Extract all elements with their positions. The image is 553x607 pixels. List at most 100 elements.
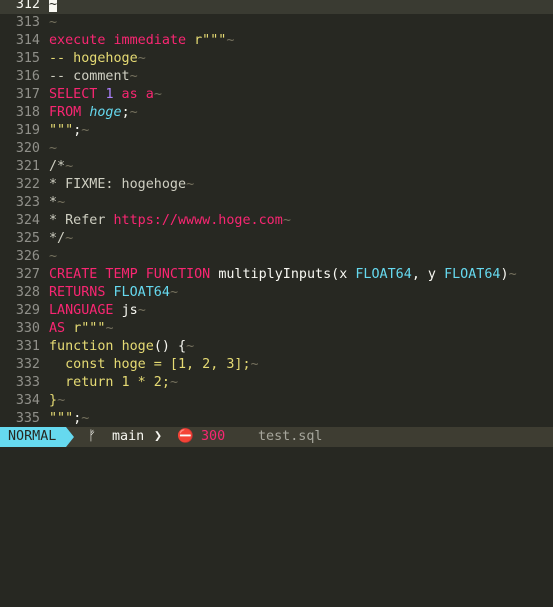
eol-marker: ~	[226, 33, 235, 48]
eol-marker: ~	[137, 51, 146, 66]
code-line[interactable]: 322 * FIXME: hogehoge~	[0, 176, 553, 194]
code-token: /*	[49, 159, 66, 174]
code-token: LANGUAGE	[49, 303, 122, 318]
eol-marker: ~	[169, 285, 178, 300]
line-text: ~	[49, 0, 58, 14]
code-line[interactable]: 326 ~	[0, 248, 553, 266]
code-line[interactable]: 320 ~	[0, 140, 553, 158]
line-text: LANGUAGE js~	[49, 302, 146, 320]
line-number: 324	[15, 213, 40, 228]
code-line[interactable]: 316 -- comment~	[0, 68, 553, 86]
code-token: *	[49, 195, 58, 210]
line-number: 327	[15, 267, 40, 282]
line-number: 323	[15, 195, 40, 210]
code-line[interactable]: 314 execute immediate r"""~	[0, 32, 553, 50]
eol-marker: ~	[49, 249, 58, 264]
code-line[interactable]: 334 }~	[0, 392, 553, 410]
chevron-right-icon: ❯	[154, 429, 163, 444]
code-token: -- hogehoge	[49, 51, 138, 66]
line-number: 312	[15, 0, 40, 12]
code-token: () {	[153, 339, 187, 354]
code-line[interactable]: 324 * Refer https://wwww.hoge.com~	[0, 212, 553, 230]
eol-marker: ~	[186, 177, 195, 192]
eol-marker: ~	[65, 231, 74, 246]
code-token: hoge	[121, 339, 154, 354]
code-line[interactable]: 321 /*~	[0, 158, 553, 176]
mode-indicator: NORMAL	[0, 427, 66, 447]
code-token: hoge	[89, 105, 122, 120]
line-text: """;~	[49, 410, 89, 427]
line-text: SELECT 1 as a~	[49, 86, 162, 104]
code-line[interactable]: 333 return 1 * 2;~	[0, 374, 553, 392]
line-text: * Refer https://wwww.hoge.com~	[49, 212, 291, 230]
editor-buffer[interactable]: 312 ~313 ~314 execute immediate r"""~ 315 -- …	[0, 0, 553, 427]
code-token: FROM	[49, 105, 90, 120]
code-token: SELECT	[49, 87, 106, 102]
line-text: -- hogehoge~	[49, 50, 146, 68]
status-line: NORMAL ᚠ main ❯ ⛔ 300 test.sql	[0, 427, 553, 447]
eol-marker: ~	[81, 123, 90, 138]
code-token: return 1 * 2;	[49, 375, 170, 390]
line-text: ~	[49, 248, 57, 266]
code-token: multiplyInputs(x	[218, 267, 356, 282]
code-token: * Refer	[49, 213, 114, 228]
line-text: const hoge = [1, 2, 3];~	[49, 356, 259, 374]
line-text: ~	[49, 14, 57, 32]
code-line[interactable]: 315 -- hogehoge~	[0, 50, 553, 68]
line-text: *~	[49, 194, 65, 212]
line-number: 331	[15, 339, 40, 354]
code-line[interactable]: 312 ~	[0, 0, 553, 14]
code-token: CREATE TEMP FUNCTION	[49, 267, 219, 282]
line-number: 316	[15, 69, 40, 84]
eol-marker: ~	[282, 213, 291, 228]
eol-marker: ~	[508, 267, 517, 282]
line-number: 335	[15, 411, 40, 426]
line-text: }~	[49, 392, 65, 410]
mode-separator-arrow	[66, 427, 74, 447]
line-number: 325	[15, 231, 40, 246]
eol-marker: ~	[137, 303, 146, 318]
eol-marker: ~	[57, 393, 66, 408]
code-line[interactable]: 323 *~	[0, 194, 553, 212]
line-text: FROM hoge;~	[49, 104, 138, 122]
code-line[interactable]: 335 """;~	[0, 410, 553, 427]
line-text: CREATE TEMP FUNCTION multiplyInputs(x FL…	[49, 266, 517, 284]
code-token: """	[49, 123, 74, 138]
line-text: * FIXME: hogehoge~	[49, 176, 194, 194]
file-name: test.sql	[258, 429, 323, 444]
code-line[interactable]: 327 CREATE TEMP FUNCTION multiplyInputs(x…	[0, 266, 553, 284]
line-number: 334	[15, 393, 40, 408]
code-token: , y	[411, 267, 445, 282]
eol-marker: ~	[65, 159, 74, 174]
error-icon: ⛔	[177, 429, 194, 444]
line-number: 333	[15, 375, 40, 390]
code-token: FLOAT64	[444, 267, 501, 282]
line-text: ~	[49, 140, 57, 158]
line-number: 321	[15, 159, 40, 174]
line-text: return 1 * 2;~	[49, 374, 178, 392]
line-text: AS r"""~	[49, 320, 114, 338]
line-text: execute immediate r"""~	[49, 32, 234, 50]
line-text: /*~	[49, 158, 73, 176]
code-token: -- comment	[49, 69, 130, 84]
line-number: 332	[15, 357, 40, 372]
code-line[interactable]: 332 const hoge = [1, 2, 3];~	[0, 356, 553, 374]
code-line[interactable]: 313 ~	[0, 14, 553, 32]
code-token: function	[49, 339, 122, 354]
code-token: FLOAT64	[355, 267, 412, 282]
code-token: * FIXME: hogehoge	[49, 177, 187, 192]
line-number: 317	[15, 87, 40, 102]
cursor: ~	[49, 0, 58, 12]
code-line[interactable]: 331 function hoge() {~	[0, 338, 553, 356]
code-line[interactable]: 317 SELECT 1 as a~	[0, 86, 553, 104]
code-line[interactable]: 318 FROM hoge;~	[0, 104, 553, 122]
code-line[interactable]: 319 """;~	[0, 122, 553, 140]
code-line[interactable]: 329 LANGUAGE js~	[0, 302, 553, 320]
eol-marker: ~	[186, 339, 195, 354]
code-token: const hoge = [1, 2, 3];	[49, 357, 251, 372]
code-line[interactable]: 330 AS r"""~	[0, 320, 553, 338]
git-branch-icon: ᚠ	[88, 429, 97, 444]
code-line[interactable]: 328 RETURNS FLOAT64~	[0, 284, 553, 302]
eol-marker: ~	[250, 357, 259, 372]
code-line[interactable]: 325 */~	[0, 230, 553, 248]
